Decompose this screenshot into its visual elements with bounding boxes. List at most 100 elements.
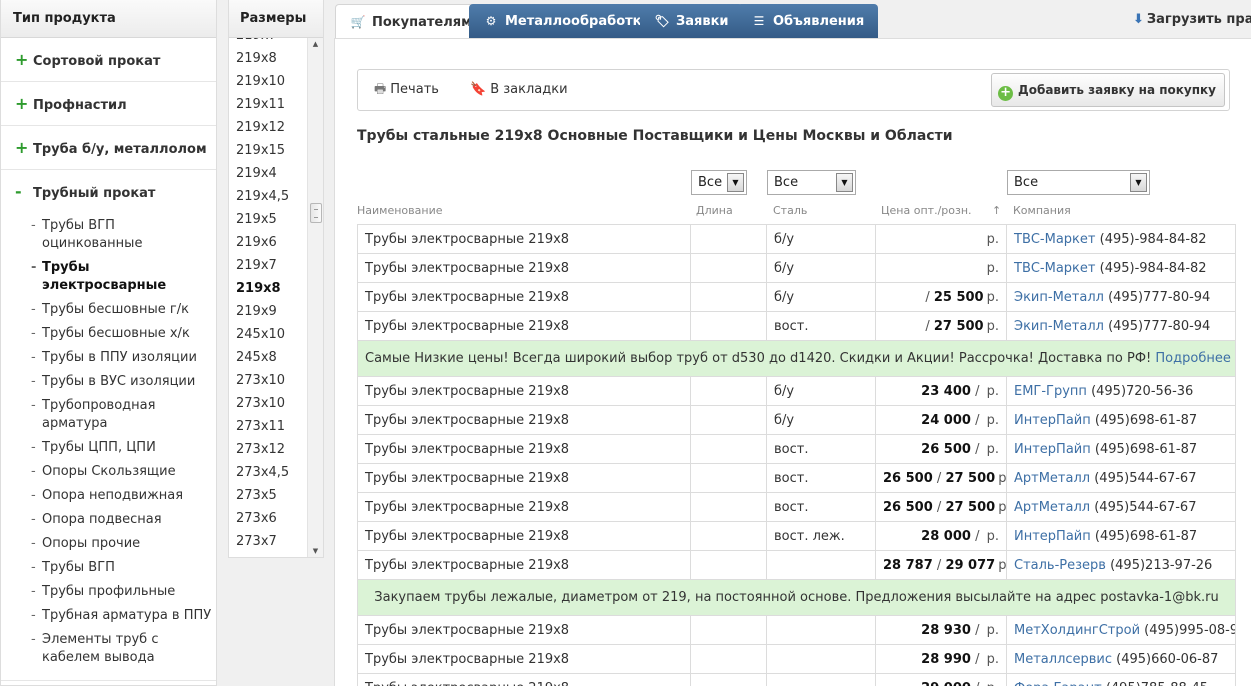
company-link[interactable]: ИнтерПайп (1014, 442, 1091, 457)
subcategory-item[interactable]: Опора неподвижная (31, 484, 216, 508)
size-item[interactable]: 245x10 (229, 323, 307, 346)
print-button[interactable]: 🖶 Печать (374, 70, 439, 110)
size-item[interactable]: 219x4,5 (229, 185, 307, 208)
company-link[interactable]: ЕМГ-Групп (1014, 384, 1087, 399)
company-link[interactable]: Экип-Металл (1014, 290, 1104, 305)
size-item[interactable]: 273x4,5 (229, 461, 307, 484)
column-header-company[interactable]: Компания (1013, 204, 1071, 217)
table-row[interactable]: Трубы электросварные 219x8 б/у 23 400 / р.… (357, 376, 1236, 406)
promo-more-link[interactable]: Подробнее (1155, 351, 1230, 366)
subcategory-item[interactable]: Трубы бесшовные х/к (31, 322, 216, 346)
company-link[interactable]: МетХолдингСтрой (1014, 623, 1140, 638)
table-row[interactable]: Трубы электросварные 219x8 б/у/ 25 500 р. Э… (357, 282, 1236, 312)
size-item[interactable]: 219x10 (229, 70, 307, 93)
scrollbar-thumb[interactable] (310, 203, 322, 223)
size-item[interactable]: 273x7 (229, 530, 307, 553)
subcategory-item[interactable]: Трубы электросварные (31, 256, 216, 298)
company-link[interactable]: Фора Гарант (1014, 681, 1102, 686)
column-header-name[interactable]: Наименование (357, 204, 442, 217)
tab-ads[interactable]: ☰ Объявления (737, 4, 879, 38)
size-item[interactable]: 273x11 (229, 415, 307, 438)
company-link[interactable]: ТВС-Маркет (1014, 261, 1096, 276)
subcategory-item[interactable]: Трубопроводная арматура (31, 394, 216, 436)
column-header-price[interactable]: Цена опт./розн. (881, 204, 972, 217)
table-row[interactable]: Трубы электросварные 219x8 28 787 / 29 07… (357, 550, 1236, 580)
size-item[interactable]: 219x4 (229, 162, 307, 185)
column-header-length[interactable]: Длина (696, 204, 733, 217)
expand-plus-icon[interactable]: + (15, 82, 33, 126)
table-row[interactable]: Трубы электросварные 219x8 вост. 26 500 / … (357, 492, 1236, 522)
subcategory-item[interactable]: Опоры Скользящие (31, 460, 216, 484)
category-item[interactable]: - Трубный прокат (1, 170, 216, 214)
category-item[interactable]: + Труба б/у, металлолом (1, 126, 216, 170)
size-item[interactable]: 219x5 (229, 208, 307, 231)
size-item[interactable]: 219x6 (229, 231, 307, 254)
table-row[interactable]: Трубы электросварные 219x8 б/у р. ТВС-Марке… (357, 253, 1236, 283)
subcategory-item[interactable]: Опора подвесная (31, 508, 216, 532)
table-row[interactable]: Трубы электросварные 219x8 вост. 26 500 / … (357, 463, 1236, 493)
size-item[interactable]: 273x5 (229, 484, 307, 507)
company-link[interactable]: Сталь-Резерв (1014, 558, 1106, 573)
subcategory-item[interactable]: Трубы ЦПП, ЦПИ (31, 436, 216, 460)
table-row[interactable]: Трубы электросварные 219x8 28 930 / р. Мет… (357, 615, 1236, 645)
scroll-down-arrow-icon[interactable]: ▼ (308, 545, 323, 557)
tab-ads-label: Объявления (773, 14, 865, 29)
subcategory-item[interactable]: Трубы бесшовные г/к (31, 298, 216, 322)
table-row[interactable]: Трубы электросварные 219x8 28 990 / р. Мет… (357, 644, 1236, 674)
tab-metalworking[interactable]: ⚙ Металлообработка (469, 4, 665, 38)
bookmark-button[interactable]: 🔖 В закладки (470, 70, 568, 110)
size-item[interactable]: 219x11 (229, 93, 307, 116)
table-row[interactable]: Трубы электросварные 219x8 вост./ 27 500 р… (357, 311, 1236, 341)
company-link[interactable]: АртМеталл (1014, 500, 1090, 515)
scroll-up-arrow-icon[interactable]: ▲ (308, 38, 323, 50)
length-filter-select[interactable]: Все ▼ (691, 170, 747, 195)
collapse-minus-icon[interactable]: - (15, 170, 33, 214)
company-filter-select[interactable]: Все ▼ (1007, 170, 1150, 195)
size-item[interactable]: 219x7 (229, 254, 307, 277)
size-item[interactable]: 273x10 (229, 392, 307, 415)
upload-price-link[interactable]: ⬇Загрузить прайс (1133, 12, 1251, 27)
company-link[interactable]: Металлсервис (1014, 652, 1112, 667)
category-item[interactable]: + Сортовой прокат (1, 38, 216, 82)
table-row[interactable]: Трубы электросварные 219x829 000 / р.Фор… (357, 673, 1236, 686)
subcategory-item[interactable]: Опоры прочие (31, 532, 216, 556)
table-row[interactable]: Трубы электросварные 219x8 б/у р. ТВС-Марке… (357, 224, 1236, 254)
subcategory-item[interactable]: Трубы ВГП оцинкованные (31, 214, 216, 256)
subcategory-item[interactable]: Элементы труб с кабелем вывода (31, 628, 216, 670)
size-item[interactable]: 219x8 (229, 47, 307, 70)
company-link[interactable]: ИнтерПайп (1014, 529, 1091, 544)
size-item[interactable]: 273x10 (229, 369, 307, 392)
table-row[interactable]: Трубы электросварные 219x8 вост. леж. 28 0… (357, 521, 1236, 551)
company-link[interactable]: ТВС-Маркет (1014, 232, 1096, 247)
size-item[interactable]: 219x9 (229, 300, 307, 323)
subcategory-item[interactable]: Трубы профильные (31, 580, 216, 604)
subcategory-item[interactable]: Трубы в ППУ изоляции (31, 346, 216, 370)
company-link[interactable]: ИнтерПайп (1014, 413, 1091, 428)
add-purchase-request-button[interactable]: + Добавить заявку на покупку (991, 73, 1225, 107)
size-item[interactable]: 219x7 (229, 38, 307, 47)
sort-arrow-icon[interactable]: ↑ (992, 204, 1001, 217)
subcategory-item[interactable]: Трубы ВГП (31, 556, 216, 580)
size-item[interactable]: 219x8 (229, 277, 307, 300)
subcategory-item[interactable]: Трубная арматура в ППУ (31, 604, 216, 628)
company-link[interactable]: Экип-Металл (1014, 319, 1104, 334)
table-row[interactable]: Трубы электросварные 219x8 вост. 26 500 / … (357, 434, 1236, 464)
size-item[interactable]: 273x6 (229, 507, 307, 530)
expand-plus-icon[interactable]: + (15, 38, 33, 82)
column-header-steel[interactable]: Сталь (773, 204, 807, 217)
tab-buyers[interactable]: 🛒 Покупателям (335, 4, 487, 39)
table-row[interactable]: Трубы электросварные 219x8 б/у 24 000 / р.… (357, 405, 1236, 435)
size-item[interactable]: 219x12 (229, 116, 307, 139)
upload-icon: ⬇ (1133, 12, 1144, 27)
tab-requests[interactable]: 🏷 Заявки (640, 4, 743, 38)
size-item[interactable]: 245x8 (229, 346, 307, 369)
expand-plus-icon[interactable]: + (15, 126, 33, 170)
subcategory-item[interactable]: Трубы в ВУС изоляции (31, 370, 216, 394)
company-link[interactable]: АртМеталл (1014, 471, 1090, 486)
size-item[interactable]: 273x12 (229, 438, 307, 461)
sizes-scroll-area[interactable]: 219x7219x8219x10219x11219x12219x15219x42… (229, 38, 307, 557)
steel-filter-select[interactable]: Все ▼ (767, 170, 856, 195)
sizes-scrollbar[interactable]: ▲ ▼ (307, 38, 323, 557)
category-item[interactable]: + Профнастил (1, 82, 216, 126)
size-item[interactable]: 219x15 (229, 139, 307, 162)
